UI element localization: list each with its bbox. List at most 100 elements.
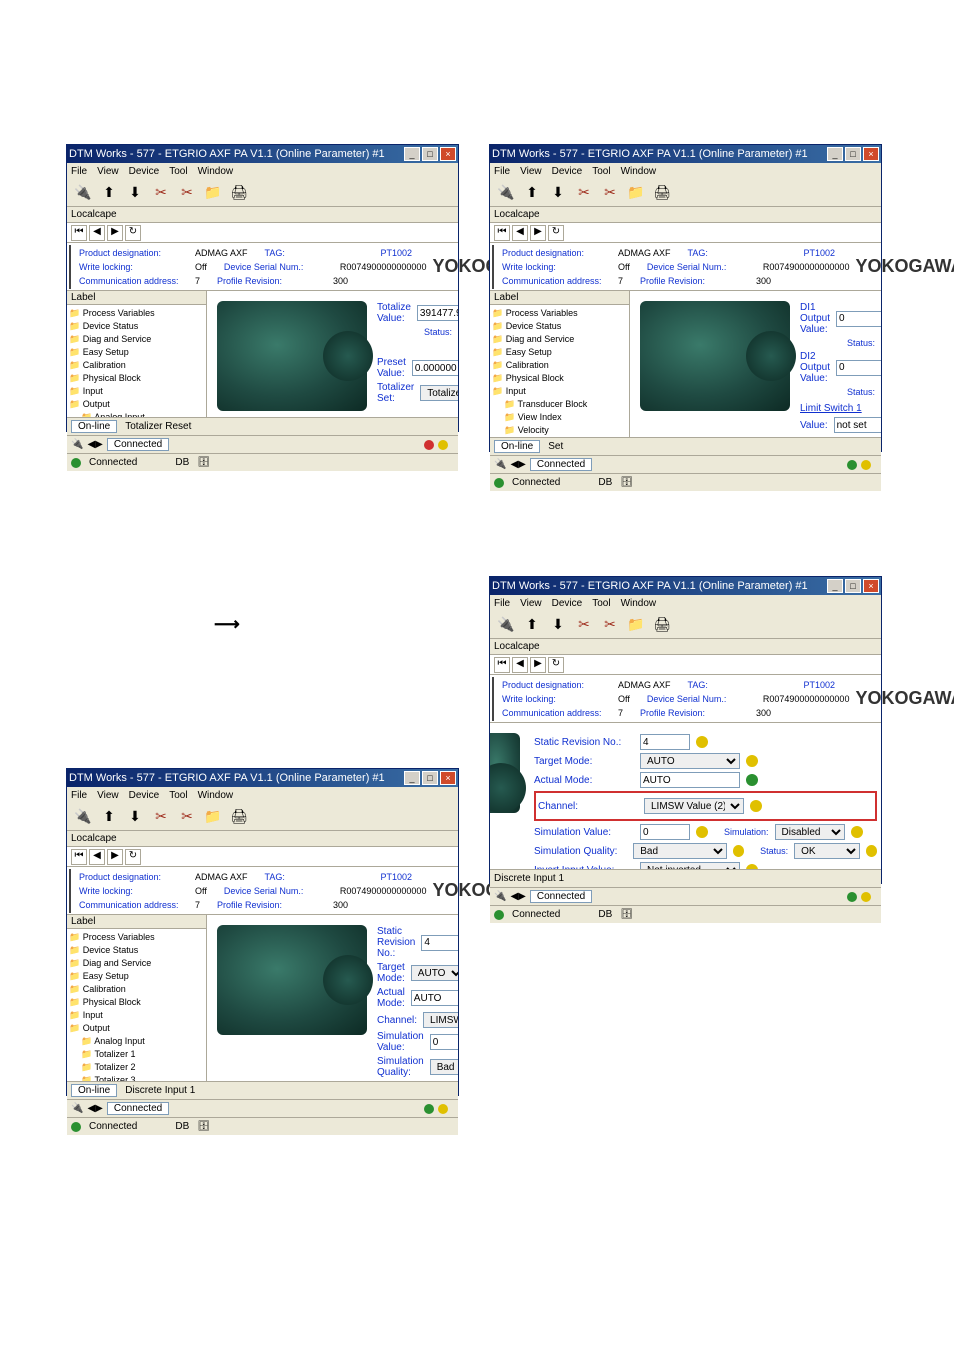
folder-icon[interactable]: 📁 bbox=[624, 613, 648, 637]
nav-prev-icon[interactable]: ◀ bbox=[89, 225, 105, 241]
connect-icon[interactable]: 🔌 bbox=[494, 613, 518, 637]
tree[interactable]: Process Variables Device Status Diag and… bbox=[490, 305, 629, 437]
actual-mode-input[interactable] bbox=[411, 990, 458, 1006]
tree-node[interactable]: Process Variables bbox=[69, 931, 204, 944]
value-input[interactable] bbox=[834, 417, 881, 433]
target-mode-select[interactable]: AUTO bbox=[411, 965, 458, 981]
folder-icon[interactable]: 📁 bbox=[201, 805, 225, 829]
maximize-button[interactable]: □ bbox=[422, 147, 438, 161]
upload-icon[interactable]: ⬆ bbox=[97, 805, 121, 829]
menu-device[interactable]: Device bbox=[552, 598, 583, 609]
tree-node[interactable]: Diag and Service bbox=[492, 333, 627, 346]
tree-node[interactable]: Physical Block bbox=[69, 996, 204, 1009]
tree-node[interactable]: Analog Input bbox=[69, 1035, 204, 1048]
di1-input[interactable] bbox=[836, 311, 881, 327]
print-icon[interactable]: 🖨 bbox=[227, 181, 251, 205]
nav-prev-icon[interactable]: ◀ bbox=[512, 657, 528, 673]
totalize-value-input[interactable] bbox=[417, 305, 458, 321]
titlebar[interactable]: DTM Works - 577 - ETGRIO AXF PA V1.1 (On… bbox=[67, 145, 458, 163]
tree-node[interactable]: Easy Setup bbox=[69, 346, 204, 359]
menu-file[interactable]: File bbox=[71, 166, 87, 177]
tree-node[interactable]: Easy Setup bbox=[492, 346, 627, 359]
simulation-select[interactable]: Disabled bbox=[775, 824, 845, 840]
di2-input[interactable] bbox=[836, 360, 881, 376]
static-rev-input[interactable] bbox=[640, 734, 690, 750]
online-label[interactable]: On-line bbox=[71, 420, 117, 433]
minimize-button[interactable]: _ bbox=[827, 579, 843, 593]
connect-icon[interactable]: 🔌 bbox=[71, 181, 95, 205]
tool-icon[interactable]: ✂ bbox=[149, 181, 173, 205]
tree-node[interactable]: View Index bbox=[492, 411, 627, 424]
nav-refresh-icon[interactable]: ↻ bbox=[548, 225, 564, 241]
channel-select[interactable]: LIMSW Value (2) bbox=[644, 798, 744, 814]
sim-val-input[interactable] bbox=[430, 1034, 458, 1050]
tree-node[interactable]: Easy Setup bbox=[69, 970, 204, 983]
titlebar[interactable]: DTM Works - 577 - ETGRIO AXF PA V1.1 (On… bbox=[67, 769, 458, 787]
tree-node[interactable]: Totalizer 2 bbox=[69, 1061, 204, 1074]
menu-tool[interactable]: Tool bbox=[169, 166, 187, 177]
minimize-button[interactable]: _ bbox=[404, 147, 420, 161]
nav-prev-icon[interactable]: ◀ bbox=[512, 225, 528, 241]
download-icon[interactable]: ⬇ bbox=[123, 181, 147, 205]
menu-device[interactable]: Device bbox=[129, 166, 160, 177]
tree-node[interactable]: Totalizer 1 bbox=[69, 1048, 204, 1061]
tool-icon[interactable]: ✂ bbox=[149, 805, 173, 829]
menu-file[interactable]: File bbox=[71, 790, 87, 801]
online-label[interactable]: On-line bbox=[494, 440, 540, 453]
upload-icon[interactable]: ⬆ bbox=[97, 181, 121, 205]
download-icon[interactable]: ⬇ bbox=[123, 805, 147, 829]
preset-value-input[interactable] bbox=[412, 360, 458, 376]
nav-next-icon[interactable]: ▶ bbox=[107, 225, 123, 241]
nav-next-icon[interactable]: ▶ bbox=[107, 849, 123, 865]
menu-view[interactable]: View bbox=[520, 598, 542, 609]
minimize-button[interactable]: _ bbox=[827, 147, 843, 161]
tool2-icon[interactable]: ✂ bbox=[175, 805, 199, 829]
tree-node[interactable]: Output bbox=[69, 1022, 204, 1035]
tree-node[interactable]: Diag and Service bbox=[69, 957, 204, 970]
status-select[interactable]: OK bbox=[794, 843, 860, 859]
menu-view[interactable]: View bbox=[97, 790, 119, 801]
static-rev-input[interactable] bbox=[421, 935, 458, 951]
tree-node[interactable]: Velocity bbox=[492, 424, 627, 437]
minimize-button[interactable]: _ bbox=[404, 771, 420, 785]
online-label[interactable]: On-line bbox=[71, 1084, 117, 1097]
upload-icon[interactable]: ⬆ bbox=[520, 613, 544, 637]
sim-qual-select[interactable]: Bad bbox=[430, 1059, 458, 1075]
menu-window[interactable]: Window bbox=[621, 166, 657, 177]
tree-node[interactable]: Analog Input bbox=[69, 411, 204, 417]
download-icon[interactable]: ⬇ bbox=[546, 613, 570, 637]
menu-tool[interactable]: Tool bbox=[592, 166, 610, 177]
titlebar[interactable]: DTM Works - 577 - ETGRIO AXF PA V1.1 (On… bbox=[490, 145, 881, 163]
menu-view[interactable]: View bbox=[520, 166, 542, 177]
folder-icon[interactable]: 📁 bbox=[624, 181, 648, 205]
connect-icon[interactable]: 🔌 bbox=[494, 181, 518, 205]
tool-icon[interactable]: ✂ bbox=[572, 181, 596, 205]
totalizer-set-select[interactable]: Totalize bbox=[420, 385, 458, 401]
nav-next-icon[interactable]: ▶ bbox=[530, 225, 546, 241]
print-icon[interactable]: 🖨 bbox=[227, 805, 251, 829]
channel-select[interactable]: LIMSW Value (2) bbox=[423, 1012, 458, 1028]
maximize-button[interactable]: □ bbox=[845, 579, 861, 593]
invert-select[interactable]: Not inverted bbox=[640, 862, 740, 869]
sim-qual-select[interactable]: Bad bbox=[633, 843, 727, 859]
nav-next-icon[interactable]: ▶ bbox=[530, 657, 546, 673]
menu-tool[interactable]: Tool bbox=[169, 790, 187, 801]
download-icon[interactable]: ⬇ bbox=[546, 181, 570, 205]
maximize-button[interactable]: □ bbox=[422, 771, 438, 785]
target-mode-select[interactable]: AUTO bbox=[640, 753, 740, 769]
print-icon[interactable]: 🖨 bbox=[650, 613, 674, 637]
tree-node[interactable]: Calibration bbox=[492, 359, 627, 372]
connect-icon[interactable]: 🔌 bbox=[71, 805, 95, 829]
tree-node[interactable]: Process Variables bbox=[492, 307, 627, 320]
print-icon[interactable]: 🖨 bbox=[650, 181, 674, 205]
nav-first-icon[interactable]: ⏮ bbox=[494, 657, 510, 673]
tree-node[interactable]: Device Status bbox=[492, 320, 627, 333]
menu-window[interactable]: Window bbox=[198, 790, 234, 801]
maximize-button[interactable]: □ bbox=[845, 147, 861, 161]
menu-window[interactable]: Window bbox=[198, 166, 234, 177]
menu-device[interactable]: Device bbox=[552, 166, 583, 177]
menu-view[interactable]: View bbox=[97, 166, 119, 177]
tree-node[interactable]: Calibration bbox=[69, 983, 204, 996]
titlebar[interactable]: DTM Works - 577 - ETGRIO AXF PA V1.1 (On… bbox=[490, 577, 881, 595]
tool2-icon[interactable]: ✂ bbox=[598, 613, 622, 637]
